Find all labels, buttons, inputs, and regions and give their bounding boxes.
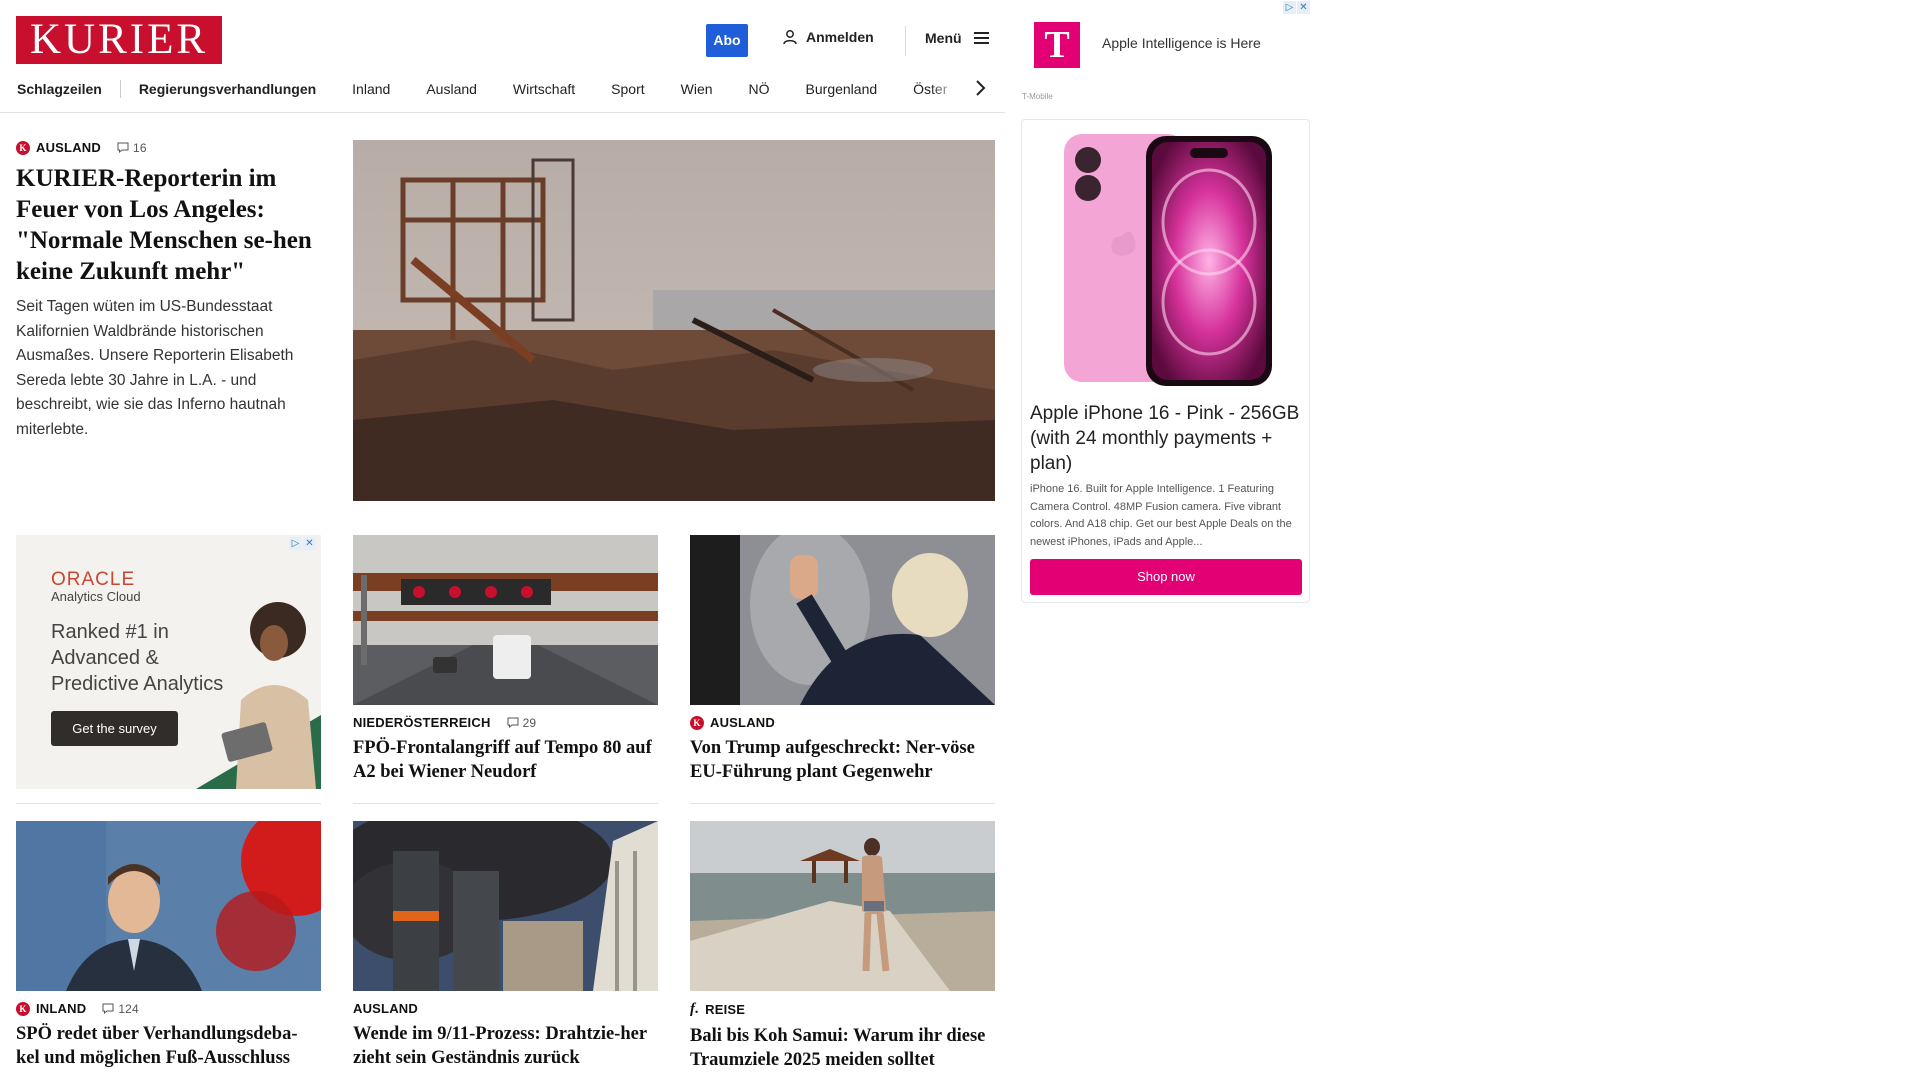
get-survey-button[interactable]: Get the survey <box>51 711 178 746</box>
reise-f-icon: f. <box>690 1001 700 1017</box>
nav-item-regierungsverhandlungen[interactable]: Regierungsverhandlungen <box>121 81 334 97</box>
comment-icon <box>507 717 519 728</box>
card-thumb-politician <box>16 821 321 991</box>
adchoices-icon: ▷ <box>289 537 302 550</box>
fire-ruins-image <box>353 140 995 501</box>
card-headline[interactable]: Von Trump aufgeschreckt: Ner-vöse EU-Füh… <box>690 736 995 784</box>
section-nav: Schlagzeilen Regierungsverhandlungen Inl… <box>0 76 984 102</box>
highway-image <box>353 535 658 705</box>
adchoices-badge[interactable]: ▷ ✕ <box>289 537 316 550</box>
nav-item-wien[interactable]: Wien <box>663 81 731 97</box>
lead-image-fire-ruins[interactable] <box>353 140 995 501</box>
card-thumb-bali <box>690 821 995 991</box>
close-icon[interactable]: ✕ <box>303 537 316 550</box>
twin-towers-image <box>353 821 658 991</box>
card-comment-count[interactable]: 124 <box>102 1002 139 1016</box>
card-kicker: f. REISE <box>690 1001 995 1018</box>
lead-kicker-label: AUSLAND <box>36 140 101 155</box>
card-kicker-label: AUSLAND <box>353 1001 418 1016</box>
card-comment-count-value: 29 <box>522 715 537 730</box>
article-card[interactable]: AUSLAND Wende im 9/11-Prozess: Drahtzie-… <box>353 821 658 1070</box>
card-kicker-label: REISE <box>705 1002 746 1017</box>
nav-underline <box>0 112 1005 113</box>
comment-icon <box>102 1003 114 1014</box>
card-divider <box>353 803 658 804</box>
iphone-image <box>1022 126 1311 406</box>
card-kicker-label: NIEDERÖSTERREICH <box>353 715 491 730</box>
kurier-logo[interactable]: KURIER <box>16 16 222 64</box>
article-card[interactable]: K INLAND 124 SPÖ redet über Verhandlungs… <box>16 821 321 1070</box>
card-thumb-trump <box>690 535 995 705</box>
card-comment-count[interactable]: 29 <box>507 716 537 730</box>
trump-image <box>690 535 995 705</box>
comment-icon <box>117 142 129 153</box>
nav-item-inland[interactable]: Inland <box>334 81 408 97</box>
nav-item-noe[interactable]: NÖ <box>731 81 788 97</box>
kurier-k-icon: K <box>690 715 704 730</box>
nav-item-schlagzeilen[interactable]: Schlagzeilen <box>0 81 120 97</box>
menu-label: Menü <box>925 30 962 46</box>
product-title[interactable]: Apple iPhone 16 - Pink - 256GB (with 24 … <box>1030 401 1305 476</box>
kurier-k-icon: K <box>16 1001 30 1016</box>
card-kicker-label: INLAND <box>36 1001 87 1016</box>
lead-article[interactable]: K AUSLAND 16 KURIER-Reporterin im Feuer … <box>16 140 316 442</box>
tmobile-brand-label: T-Mobile <box>1022 92 1053 101</box>
lead-teaser: Seit Tagen wüten im US-Bundesstaat Kalif… <box>16 298 294 438</box>
login-button[interactable]: Anmelden <box>782 29 874 45</box>
abo-button[interactable]: Abo <box>706 24 748 57</box>
chevron-right-icon[interactable] <box>972 78 988 98</box>
politician-image <box>16 821 321 991</box>
kurier-k-icon: K <box>16 140 30 155</box>
card-headline[interactable]: Wende im 9/11-Prozess: Drahtzie-her zieh… <box>353 1022 658 1070</box>
menu-button[interactable]: Menü <box>925 30 989 46</box>
adchoices-badge[interactable]: ▷ ✕ <box>1283 1 1310 14</box>
card-kicker-label: AUSLAND <box>710 715 775 730</box>
tmobile-logo[interactable]: T <box>1034 22 1080 68</box>
card-kicker: K INLAND 124 <box>16 1001 321 1016</box>
article-card[interactable]: NIEDERÖSTERREICH 29 FPÖ-Frontalangriff a… <box>353 535 658 804</box>
card-thumb-highway <box>353 535 658 705</box>
close-icon[interactable]: ✕ <box>1297 1 1310 14</box>
shop-now-button[interactable]: Shop now <box>1030 559 1302 595</box>
card-headline[interactable]: SPÖ redet über Verhandlungsdeba-kel und … <box>16 1022 321 1070</box>
card-kicker: K AUSLAND <box>690 715 995 730</box>
nav-item-wirtschaft[interactable]: Wirtschaft <box>495 81 593 97</box>
header-divider <box>905 26 906 56</box>
card-divider <box>690 803 995 804</box>
oracle-ad[interactable]: ORACLE Analytics Cloud Ranked #1 in Adva… <box>16 535 321 789</box>
adchoices-icon: ▷ <box>1283 1 1296 14</box>
card-comment-count-value: 124 <box>118 1001 139 1016</box>
ad-divider <box>16 803 321 804</box>
oracle-brand: ORACLE <box>51 569 136 590</box>
tmobile-headline[interactable]: Apple Intelligence is Here <box>1102 35 1261 51</box>
user-icon <box>783 30 797 45</box>
oracle-pitch: Ranked #1 in Advanced & Predictive Analy… <box>51 621 224 695</box>
lead-comment-count[interactable]: 16 <box>117 141 147 155</box>
article-card[interactable]: f. REISE Bali bis Koh Samui: Warum ihr d… <box>690 821 995 1072</box>
login-label: Anmelden <box>806 29 874 45</box>
iphone-pink-image <box>1064 134 1272 386</box>
nav-item-burgenland[interactable]: Burgenland <box>788 81 896 97</box>
card-headline[interactable]: FPÖ-Frontalangriff auf Tempo 80 auf A2 b… <box>353 736 658 784</box>
card-kicker: AUSLAND <box>353 1001 658 1016</box>
article-card[interactable]: K AUSLAND Von Trump aufgeschreckt: Ner-v… <box>690 535 995 804</box>
lead-kicker: K AUSLAND 16 <box>16 140 316 155</box>
card-headline[interactable]: Bali bis Koh Samui: Warum ihr diese Trau… <box>690 1024 995 1072</box>
bali-beach-image <box>690 821 995 991</box>
lead-comment-count-value: 16 <box>132 140 147 155</box>
card-kicker: NIEDERÖSTERREICH 29 <box>353 715 658 730</box>
nav-item-ausland[interactable]: Ausland <box>408 81 495 97</box>
oracle-sub: Analytics Cloud <box>51 589 141 604</box>
nav-item-sport[interactable]: Sport <box>593 81 662 97</box>
lead-headline[interactable]: KURIER-Reporterin im Feuer von Los Angel… <box>16 163 316 287</box>
card-thumb-911 <box>353 821 658 991</box>
hamburger-icon <box>973 32 989 44</box>
product-card[interactable]: Apple iPhone 16 - Pink - 256GB (with 24 … <box>1021 119 1310 603</box>
product-description: iPhone 16. Built for Apple Intelligence.… <box>1030 483 1292 548</box>
